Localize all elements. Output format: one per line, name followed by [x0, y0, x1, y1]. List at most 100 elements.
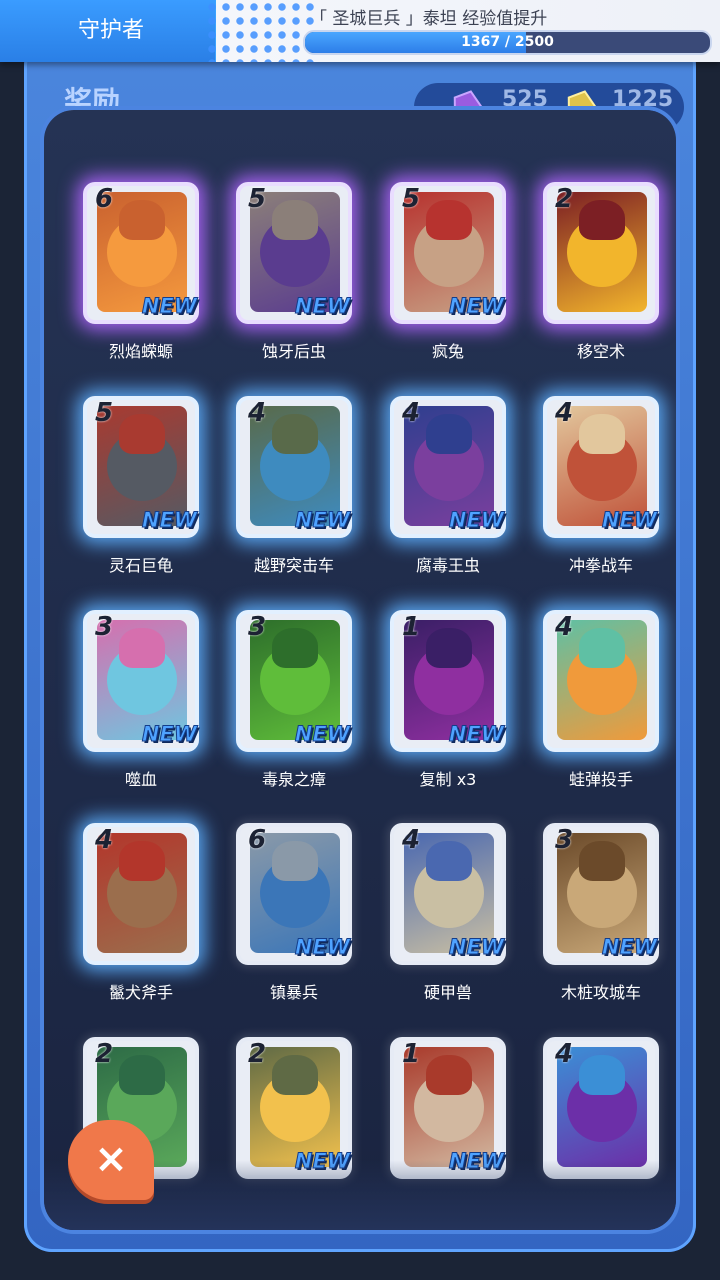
new-badge: NEW [448, 935, 504, 960]
card-art-head [272, 841, 318, 881]
card-frame: 4 [543, 610, 659, 752]
card-art-head [272, 1055, 318, 1095]
upgrade-text: 「 圣城巨兵 」泰坦 经验值提升 [310, 9, 548, 29]
card-cost: 3 [95, 612, 114, 642]
new-badge: NEW [448, 1149, 504, 1174]
reward-card[interactable]: 4 NEW 硬甲兽 [373, 823, 523, 1003]
card-name: 越野突击车 [253, 556, 334, 575]
reward-card[interactable]: 3 NEW 毒泉之瘴 [219, 610, 369, 790]
reward-card[interactable]: 2 移空术 [526, 182, 676, 362]
reward-card[interactable]: 4 NEW 腐毒王虫 [373, 396, 523, 576]
card-cost: 2 [248, 1039, 267, 1069]
purple-gem-count: 525 [502, 87, 548, 112]
gold-gem-count: 1225 [612, 87, 674, 112]
card-frame: 3 NEW [236, 610, 352, 752]
dot-pattern [205, 0, 315, 62]
reward-card[interactable]: 4 鬣犬斧手 [66, 823, 216, 1003]
card-art-head [119, 628, 165, 668]
new-badge: NEW [294, 722, 350, 747]
card-frame: 4 NEW [390, 823, 506, 965]
card-cost: 2 [555, 184, 574, 214]
card-name: 蚀牙后虫 [261, 342, 326, 361]
new-badge: NEW [448, 722, 504, 747]
reward-card[interactable]: 1 NEW [373, 1037, 523, 1193]
card-frame: 5 NEW [236, 182, 352, 324]
card-art-head [579, 628, 625, 668]
new-badge: NEW [601, 508, 657, 533]
reward-card[interactable]: 5 NEW 灵石巨龟 [66, 396, 216, 576]
card-frame: 5 NEW [83, 396, 199, 538]
reward-card[interactable]: 6 NEW 烈焰蝾螈 [66, 182, 216, 362]
reward-card[interactable]: 5 NEW 疯兔 [373, 182, 523, 362]
card-cost: 6 [248, 825, 267, 855]
card-art-head [426, 841, 472, 881]
card-cost: 4 [555, 612, 574, 642]
new-badge: NEW [294, 935, 350, 960]
card-art-head [579, 1055, 625, 1095]
card-frame: 2 [543, 182, 659, 324]
reward-card[interactable]: 6 NEW 镇暴兵 [219, 823, 369, 1003]
card-name: 毒泉之瘴 [261, 770, 326, 789]
card-art-head [426, 414, 472, 454]
new-badge: NEW [294, 294, 350, 319]
card-cost: 2 [95, 1039, 114, 1069]
reward-card[interactable]: 4 NEW 冲拳战车 [526, 396, 676, 576]
card-cost: 4 [402, 825, 421, 855]
role-title: 守护者 [78, 18, 145, 43]
card-frame: 3 NEW [543, 823, 659, 965]
card-frame: 5 NEW [390, 182, 506, 324]
card-name: 移空术 [576, 342, 625, 361]
card-name: 烈焰蝾螈 [108, 342, 173, 361]
card-name: 灵石巨龟 [108, 556, 173, 575]
card-name: 腐毒王虫 [415, 556, 480, 575]
top-banner: 守护者 「 圣城巨兵 」泰坦 经验值提升 1367 / 2500 [0, 0, 720, 62]
card-frame: 4 NEW [390, 396, 506, 538]
card-art-head [119, 841, 165, 881]
card-art-head [119, 414, 165, 454]
new-badge: NEW [601, 935, 657, 960]
card-cost: 3 [555, 825, 574, 855]
card-name: 硬甲兽 [423, 983, 472, 1002]
card-frame: 6 NEW [236, 823, 352, 965]
new-badge: NEW [294, 508, 350, 533]
card-frame: 4 [83, 823, 199, 965]
card-cost: 5 [248, 184, 267, 214]
card-cost: 3 [248, 612, 267, 642]
card-frame: 4 NEW [543, 396, 659, 538]
card-art-head [579, 414, 625, 454]
close-icon: × [94, 1136, 128, 1182]
card-frame: 4 NEW [236, 396, 352, 538]
card-cost: 4 [248, 398, 267, 428]
reward-card[interactable]: 5 NEW 蚀牙后虫 [219, 182, 369, 362]
card-art-head [426, 200, 472, 240]
close-button[interactable]: × [68, 1120, 154, 1200]
xp-progress-bar: 1367 / 2500 [303, 30, 712, 55]
xp-label: 1367 / 2500 [461, 34, 554, 50]
new-badge: NEW [294, 1149, 350, 1174]
card-cost: 4 [555, 1039, 574, 1069]
card-cost: 1 [402, 1039, 421, 1069]
new-badge: NEW [141, 294, 197, 319]
reward-card[interactable]: 4 NEW 越野突击车 [219, 396, 369, 576]
card-art-head [272, 628, 318, 668]
card-cost: 4 [402, 398, 421, 428]
reward-card[interactable]: 4 蛙弹投手 [526, 610, 676, 790]
card-frame: 3 NEW [83, 610, 199, 752]
card-art-head [119, 200, 165, 240]
card-art-head [426, 1055, 472, 1095]
reward-card[interactable]: 2 NEW [219, 1037, 369, 1193]
new-badge: NEW [448, 508, 504, 533]
card-art-head [426, 628, 472, 668]
card-name: 冲拳战车 [568, 556, 633, 575]
reward-card[interactable]: 1 NEW 复制 x3 [373, 610, 523, 790]
reward-card[interactable]: 3 NEW 噬血 [66, 610, 216, 790]
card-art-head [272, 414, 318, 454]
card-frame: 4 [543, 1037, 659, 1179]
card-name: 木桩攻城车 [560, 983, 641, 1002]
reward-card[interactable]: 4 [526, 1037, 676, 1193]
card-cost: 5 [402, 184, 421, 214]
card-cost: 4 [555, 398, 574, 428]
reward-card[interactable]: 3 NEW 木桩攻城车 [526, 823, 676, 1003]
card-name: 噬血 [124, 770, 157, 789]
card-frame: 2 NEW [236, 1037, 352, 1179]
